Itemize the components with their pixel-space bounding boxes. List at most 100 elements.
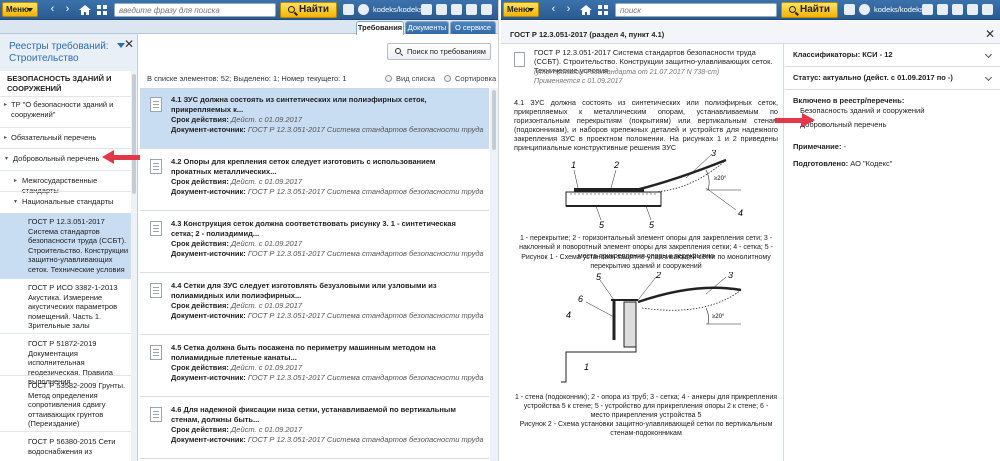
tree-item-gost-51872[interactable]: ГОСТ Р 51872-2019 Документация исполните…	[0, 339, 131, 387]
note-line: Примечание: -	[793, 142, 846, 151]
list-item-title[interactable]: 4.4 Сетки для ЗУС следует изготовлять бе…	[171, 281, 471, 300]
document-icon	[150, 407, 162, 422]
menu-button[interactable]: Меню	[503, 2, 539, 17]
close-icon[interactable]: ✕	[124, 37, 134, 51]
forward-icon[interactable]: ›	[561, 2, 576, 17]
tree-item-building-safety[interactable]: БЕЗОПАСНОСТЬ ЗДАНИЙ И СООРУЖЕНИЙ	[0, 71, 131, 93]
tree-item-gost-3382[interactable]: ГОСТ Р ИСО 3382-1-2013 Акустика. Измерен…	[0, 283, 131, 331]
fig1-label-5b: 5	[649, 220, 655, 230]
back-icon[interactable]: ‹	[546, 2, 561, 17]
home-icon[interactable]	[579, 3, 593, 17]
list-item[interactable]: 4.3 Конструкция сеток должна соответство…	[140, 213, 489, 273]
print-icon[interactable]	[466, 4, 477, 15]
user-name[interactable]: kodeks/kodeks	[874, 5, 924, 14]
folder-icon[interactable]	[922, 4, 933, 15]
caret-right-icon: ▸	[4, 135, 8, 141]
list-item-title[interactable]: 4.5 Сетка должна быть посажена по периме…	[171, 343, 471, 362]
status-row[interactable]: Статус: актуально (дейст. с 01.09.2017 п…	[785, 67, 1000, 90]
requirement-text: 4.1 ЗУС должна состоять из синтетических…	[514, 98, 778, 152]
info-icon[interactable]	[343, 4, 354, 15]
list-item-title[interactable]: 4.1 ЗУС должна состоять из синтетических…	[171, 95, 471, 114]
forward-icon[interactable]: ›	[60, 2, 75, 17]
bell-icon[interactable]	[937, 4, 948, 15]
sort-option[interactable]: Сортировка	[444, 74, 496, 83]
status-text: Статус: актуально (дейст. с 01.09.2017 п…	[793, 73, 953, 82]
list-item-title[interactable]: 4.6 Для надежной фиксации низа сетки, ус…	[171, 405, 471, 424]
help-icon[interactable]	[982, 4, 993, 15]
list-item-validity: Срок действия: Дейст. с 01.09.2017	[171, 301, 483, 310]
fig1-label-3: 3	[711, 150, 716, 158]
user-name[interactable]: kodeks/kodeks	[373, 5, 423, 14]
list-item[interactable]: 4.2 Опоры для крепления сеток следует из…	[140, 151, 489, 211]
tree-item-national-standards[interactable]: ▾ Национальные стандарты	[0, 197, 131, 207]
menu-button[interactable]: Меню	[2, 2, 38, 17]
help-icon[interactable]	[481, 4, 492, 15]
tree-item-tech-regulation[interactable]: ▸ ТР "О безопасности зданий и сооружений"	[0, 100, 131, 119]
find-button[interactable]: Найти	[280, 2, 337, 18]
tree-item-mandatory-list[interactable]: ▸ Обязательный перечень	[0, 133, 131, 143]
figure-1-caption: Рисунок 1 - Схема установки защитно-улав…	[521, 254, 771, 270]
close-icon[interactable]: ✕	[985, 27, 995, 41]
list-scrollbar[interactable]	[490, 88, 498, 461]
caret-right-icon: ▸	[14, 178, 18, 184]
list-item-title[interactable]: 4.3 Конструкция сеток должна соответство…	[171, 219, 471, 238]
document-icon	[150, 345, 162, 360]
list-item-source: Документ-источник: ГОСТ Р 12.3.051-2017 …	[171, 187, 483, 196]
tree-item-gost-12-3-051[interactable]: ГОСТ Р 12.3.051-2017 Система стандартов …	[0, 213, 131, 279]
user-icon[interactable]	[859, 4, 870, 15]
list-item[interactable]: 4.6 Для надежной фиксации низа сетки, ус…	[140, 399, 489, 459]
chevron-down-icon[interactable]	[984, 73, 993, 82]
document-properties: Классификаторы: КСИ - 12 Статус: актуаль…	[785, 44, 1000, 461]
list-item[interactable]: 4.4 Сетки для ЗУС следует изготовлять бе…	[140, 275, 489, 335]
info-icon[interactable]	[844, 4, 855, 15]
source-label: Документ-источник:	[171, 125, 246, 134]
bookmark-icon[interactable]	[952, 4, 963, 15]
classifiers-row[interactable]: Классификаторы: КСИ - 12	[785, 44, 1000, 67]
registry-panel-header: Реестры требований: Строительство ✕	[0, 34, 138, 71]
list-item-validity: Срок действия: Дейст. с 01.09.2017	[171, 115, 483, 124]
folder-icon[interactable]	[421, 4, 432, 15]
search-input[interactable]	[114, 3, 276, 17]
top-toolbar: Меню ‹ › Найти kodeks/kodeks	[501, 0, 1000, 20]
tree-item-gost-53582[interactable]: ГОСТ Р 53582-2009 Грунты. Метод определе…	[0, 381, 131, 429]
search-requirements-button[interactable]: Поиск по требованиям	[387, 43, 491, 60]
tree-label: ГОСТ Р ИСО 3382-1-2013 Акустика. Измерен…	[28, 283, 118, 330]
list-item[interactable]: 4.1 ЗУС должна состоять из синтетических…	[140, 89, 489, 149]
print-icon[interactable]	[967, 4, 978, 15]
document-icon	[514, 52, 525, 67]
find-button[interactable]: Найти	[781, 2, 838, 18]
chevron-down-icon[interactable]	[984, 50, 993, 59]
back-icon[interactable]: ‹	[45, 2, 60, 17]
included-item-building-safety[interactable]: Безопасность зданий и сооружений	[800, 106, 924, 115]
fig2-label-5: 5	[596, 272, 602, 282]
view-option[interactable]: Вид списка	[385, 74, 435, 83]
note-label: Примечание:	[793, 142, 842, 151]
tab-requirements[interactable]: Требования	[356, 21, 404, 35]
radio-icon	[385, 75, 392, 82]
bookmark-icon[interactable]	[451, 4, 462, 15]
list-item-title[interactable]: 4.2 Опоры для крепления сеток следует из…	[171, 157, 471, 176]
validity-value: Дейст. с 01.09.2017	[231, 177, 303, 186]
document-header-title: ГОСТ Р 12.3.051-2017 (раздел 4, пункт 4.…	[510, 30, 665, 39]
list-item[interactable]: 4.5 Сетка должна быть посажена по периме…	[140, 337, 489, 397]
tree-item-gost-56380[interactable]: ГОСТ Р 56380-2015 Сети водоснабжения из	[0, 437, 131, 456]
bell-icon[interactable]	[436, 4, 447, 15]
tree-label: ГОСТ Р 56380-2015 Сети водоснабжения из	[28, 437, 116, 456]
home-icon[interactable]	[78, 3, 92, 17]
approval-note: (утв. приказом Росстандарта от 21.07.201…	[534, 69, 720, 76]
list-status: В списке элементов: 52; Выделено: 1; Ном…	[147, 74, 347, 83]
list-scrollbar-thumb[interactable]	[492, 90, 496, 150]
search-input[interactable]	[615, 3, 777, 17]
tab-about[interactable]: О сервисе	[450, 21, 496, 34]
tree-scrollbar-thumb[interactable]	[132, 74, 136, 194]
grid-icon[interactable]	[95, 3, 109, 17]
fig2-label-3: 3	[728, 272, 733, 280]
caret-down-icon: ▾	[5, 156, 9, 162]
source-label: Документ-источник:	[171, 311, 246, 320]
tree-item-interstate-standards[interactable]: ▸ Межгосударственные стандарты	[0, 176, 131, 195]
user-icon[interactable]	[358, 4, 369, 15]
tab-documents[interactable]: Документы	[405, 21, 449, 34]
grid-icon[interactable]	[596, 3, 610, 17]
registry-title[interactable]: Реестры требований: Строительство	[9, 41, 109, 65]
tree-scrollbar[interactable]	[131, 71, 137, 461]
